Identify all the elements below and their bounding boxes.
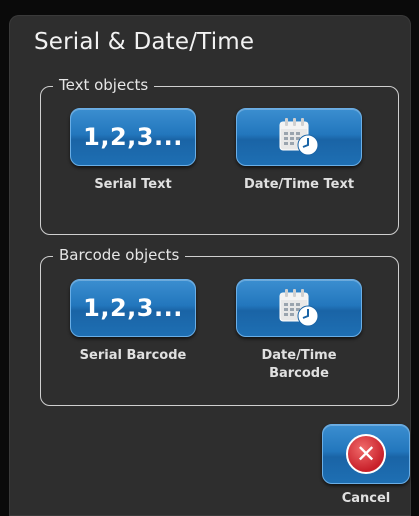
serial-barcode-button[interactable]: 1,2,3...	[70, 279, 196, 337]
datetime-text-label: Date/Time Text	[243, 177, 355, 192]
numbers-icon: 1,2,3...	[83, 123, 183, 151]
datetime-barcode-button[interactable]	[236, 279, 362, 337]
datetime-barcode-tile[interactable]: Date/Time Barcode	[234, 279, 364, 383]
cancel-button[interactable]: ✕	[322, 424, 410, 484]
cancel-label: Cancel	[341, 491, 391, 506]
serial-datetime-dialog: Serial & Date/Time Text objects 1,2,3...…	[9, 15, 411, 516]
numbers-icon: 1,2,3...	[83, 294, 183, 322]
serial-barcode-label: Serial Barcode	[79, 348, 187, 363]
barcode-objects-group: Barcode objects 1,2,3... Serial Barcode	[40, 246, 399, 406]
serial-text-tile[interactable]: 1,2,3... Serial Text	[68, 108, 198, 194]
datetime-text-tile[interactable]: Date/Time Text	[234, 108, 364, 194]
datetime-barcode-label-line1: Date/Time	[261, 348, 337, 363]
calendar-clock-icon	[279, 118, 319, 156]
serial-barcode-tile[interactable]: 1,2,3... Serial Barcode	[68, 279, 198, 365]
calendar-clock-icon	[279, 289, 319, 327]
text-objects-legend: Text objects	[53, 76, 155, 94]
datetime-barcode-label-line2: Barcode	[269, 366, 329, 381]
cancel-tile[interactable]: ✕ Cancel	[322, 424, 410, 508]
barcode-objects-legend: Barcode objects	[53, 246, 186, 264]
text-objects-group: Text objects 1,2,3... Serial Text Date/T…	[40, 76, 399, 235]
close-icon: ✕	[346, 434, 386, 474]
datetime-text-button[interactable]	[236, 108, 362, 166]
dialog-title: Serial & Date/Time	[34, 29, 255, 55]
datetime-barcode-label: Date/Time Barcode	[234, 347, 364, 383]
serial-text-button[interactable]: 1,2,3...	[70, 108, 196, 166]
serial-text-label: Serial Text	[94, 177, 172, 192]
